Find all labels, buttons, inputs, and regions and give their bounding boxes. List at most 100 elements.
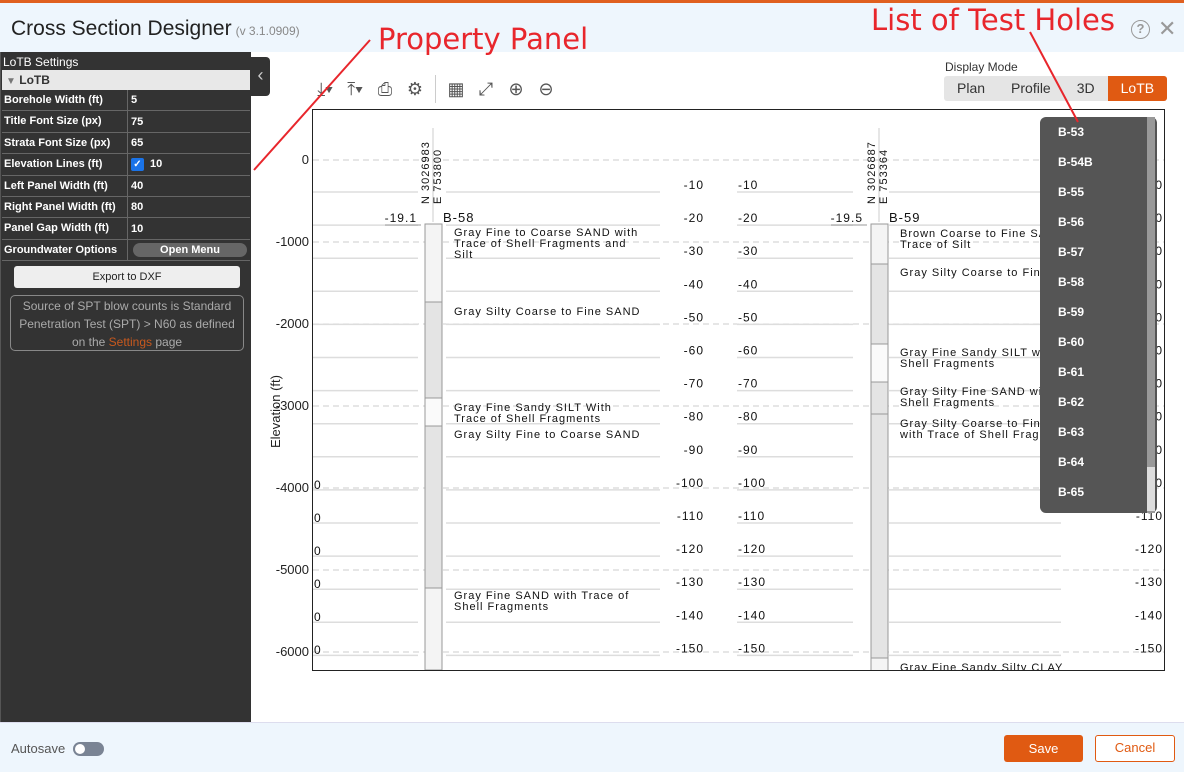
property-row: Elevation Lines (ft) ✓ 10 — [2, 154, 250, 176]
cross-section-canvas[interactable]: -10-10-10-20-20-20-30-30-30-40-40-40-50-… — [312, 109, 1165, 671]
test-hole-item[interactable]: B-65 — [1058, 485, 1084, 499]
scrollbar-track[interactable] — [1147, 117, 1155, 513]
property-value-cell: 5 — [128, 90, 250, 110]
autosave-toggle[interactable] — [73, 742, 104, 756]
strata-layer — [424, 425, 443, 589]
property-value-input[interactable]: 80 — [131, 201, 143, 213]
test-hole-item[interactable]: B-56 — [1058, 215, 1084, 229]
test-hole-item[interactable]: B-60 — [1058, 335, 1084, 349]
annotation-list-of-test-holes: List of Test Holes — [871, 3, 1115, 37]
strata-layer — [870, 343, 889, 383]
collapse-triangle-icon: ▼ — [6, 76, 16, 87]
autosave-label: Autosave — [11, 741, 66, 756]
depth-label-left: -30 — [684, 244, 704, 258]
display-mode-selector: Plan Profile 3D LoTB — [944, 76, 1168, 101]
depth-label-right: -130 — [738, 575, 766, 589]
property-row: Borehole Width (ft) 5 — [2, 90, 250, 112]
note-text-end: page — [152, 335, 183, 349]
property-value-cell: 75 — [128, 111, 250, 131]
borehole-name: B-58 — [443, 210, 474, 225]
property-value-input[interactable]: 75 — [131, 116, 143, 128]
borehole-easting: E 753800 — [432, 149, 444, 204]
test-hole-item[interactable]: B-54B — [1058, 155, 1093, 169]
depth-label-left: -100 — [676, 476, 704, 490]
depth-label-right: -150 — [738, 641, 766, 655]
strata-layer — [870, 263, 889, 345]
help-icon[interactable]: ? — [1131, 20, 1150, 39]
display-mode-profile[interactable]: Profile — [998, 76, 1064, 101]
test-hole-item[interactable]: B-64 — [1058, 455, 1084, 469]
depth-label-right: -50 — [738, 310, 758, 324]
property-value-cell: 80 — [128, 197, 250, 217]
print-icon[interactable]: ⎙ — [372, 79, 398, 100]
borehole-northing: N 3026887 — [866, 141, 878, 204]
elevation-lines-checkbox[interactable]: ✓ — [131, 157, 144, 171]
property-row: Strata Font Size (px) 65 — [2, 132, 250, 155]
settings-icon[interactable]: ⚙ — [402, 79, 428, 100]
test-hole-item[interactable]: B-63 — [1058, 425, 1084, 439]
elevation-tick-label: -4000 — [275, 480, 309, 495]
display-mode-lotb[interactable]: LoTB — [1107, 76, 1168, 101]
strata-layer — [870, 657, 889, 670]
test-hole-item[interactable]: B-57 — [1058, 245, 1084, 259]
zoom-out-icon[interactable]: ⊖ — [533, 79, 559, 100]
scrollbar-thumb[interactable] — [1147, 467, 1155, 511]
test-holes-list: B-53 B-54B B-55 B-56 B-57 B-58 B-59 B-60 B-61 B-6… — [1040, 117, 1157, 513]
depth-label-left: -20 — [684, 211, 704, 225]
depth-label-left: -10 — [684, 178, 704, 192]
depth-label-right: -120 — [738, 542, 766, 556]
depth-label-left: -120 — [676, 542, 704, 556]
display-mode-3d[interactable]: 3D — [1064, 76, 1108, 101]
test-hole-item[interactable]: B-55 — [1058, 185, 1084, 199]
property-value-input[interactable]: 10 — [131, 223, 143, 235]
settings-link[interactable]: Settings — [109, 335, 152, 349]
property-label: Left Panel Width (ft) — [2, 175, 128, 196]
test-hole-item[interactable]: B-62 — [1058, 395, 1084, 409]
strata-description: Shell Fragments — [900, 397, 995, 409]
strata-description: Trace of Shell Fragments and — [454, 238, 627, 250]
section-header-lotb[interactable]: ▼ LoTB — [2, 70, 250, 90]
collapse-panel-button[interactable]: ‹ — [251, 57, 270, 96]
save-button[interactable]: Save — [1004, 735, 1083, 762]
zoom-in-icon[interactable]: ⊕ — [503, 79, 529, 100]
strata-description: Silt — [454, 249, 473, 261]
strata-description: Gray Silty Coarse to Fine SAND — [454, 306, 641, 318]
download-icon[interactable]: ⤓▾ — [312, 79, 338, 100]
property-label: Right Panel Width (ft) — [2, 196, 128, 218]
property-value-input[interactable]: 5 — [131, 94, 137, 106]
cancel-button[interactable]: Cancel — [1095, 735, 1175, 762]
property-row: Right Panel Width (ft) 80 — [2, 196, 250, 219]
export-dxf-button[interactable]: Export to DXF — [14, 266, 240, 288]
depth-label-far: -150 — [1135, 641, 1163, 655]
test-hole-item[interactable]: B-53 — [1058, 125, 1084, 139]
test-hole-item[interactable]: B-61 — [1058, 365, 1084, 379]
upload-icon[interactable]: ⤒▾ — [342, 79, 368, 100]
toolbar-divider — [435, 75, 436, 103]
depth-label-far: -130 — [1135, 575, 1163, 589]
depth-label-left: -50 — [684, 310, 704, 324]
annotation-property-panel: Property Panel — [378, 22, 589, 56]
property-row: Title Font Size (px) 75 — [2, 111, 250, 133]
property-rows: Borehole Width (ft) 5 Title Font Size (px)… — [1, 90, 251, 262]
strata-layer — [870, 223, 889, 265]
depth-label-far: -120 — [1135, 542, 1163, 556]
strata-layer — [424, 301, 443, 399]
property-panel-title: LoTB Settings — [3, 55, 79, 69]
property-value-input[interactable]: 40 — [131, 180, 143, 192]
strata-description: Gray Fine Sandy Silty CLAY — [900, 662, 1063, 671]
section-label: LoTB — [19, 73, 50, 87]
open-menu-button[interactable]: Open Menu — [133, 242, 247, 257]
property-row: Groundwater Options Open Menu — [2, 239, 250, 262]
test-hole-item[interactable]: B-59 — [1058, 305, 1084, 319]
fit-extent-icon[interactable]: ⤢ — [473, 79, 499, 100]
footer-bar: Autosave Save Cancel — [0, 722, 1184, 772]
property-value-input[interactable]: 65 — [131, 137, 143, 149]
strata-layer — [424, 223, 443, 303]
property-value-input[interactable]: 10 — [150, 158, 162, 170]
property-panel: LoTB Settings ▼ LoTB Borehole Width (ft)… — [0, 52, 251, 722]
strata-description: Shell Fragments — [454, 601, 549, 613]
grid-icon[interactable]: ▦ — [443, 79, 469, 100]
display-mode-plan[interactable]: Plan — [944, 76, 998, 101]
test-hole-item[interactable]: B-58 — [1058, 275, 1084, 289]
close-icon[interactable]: ✕ — [1158, 16, 1176, 42]
